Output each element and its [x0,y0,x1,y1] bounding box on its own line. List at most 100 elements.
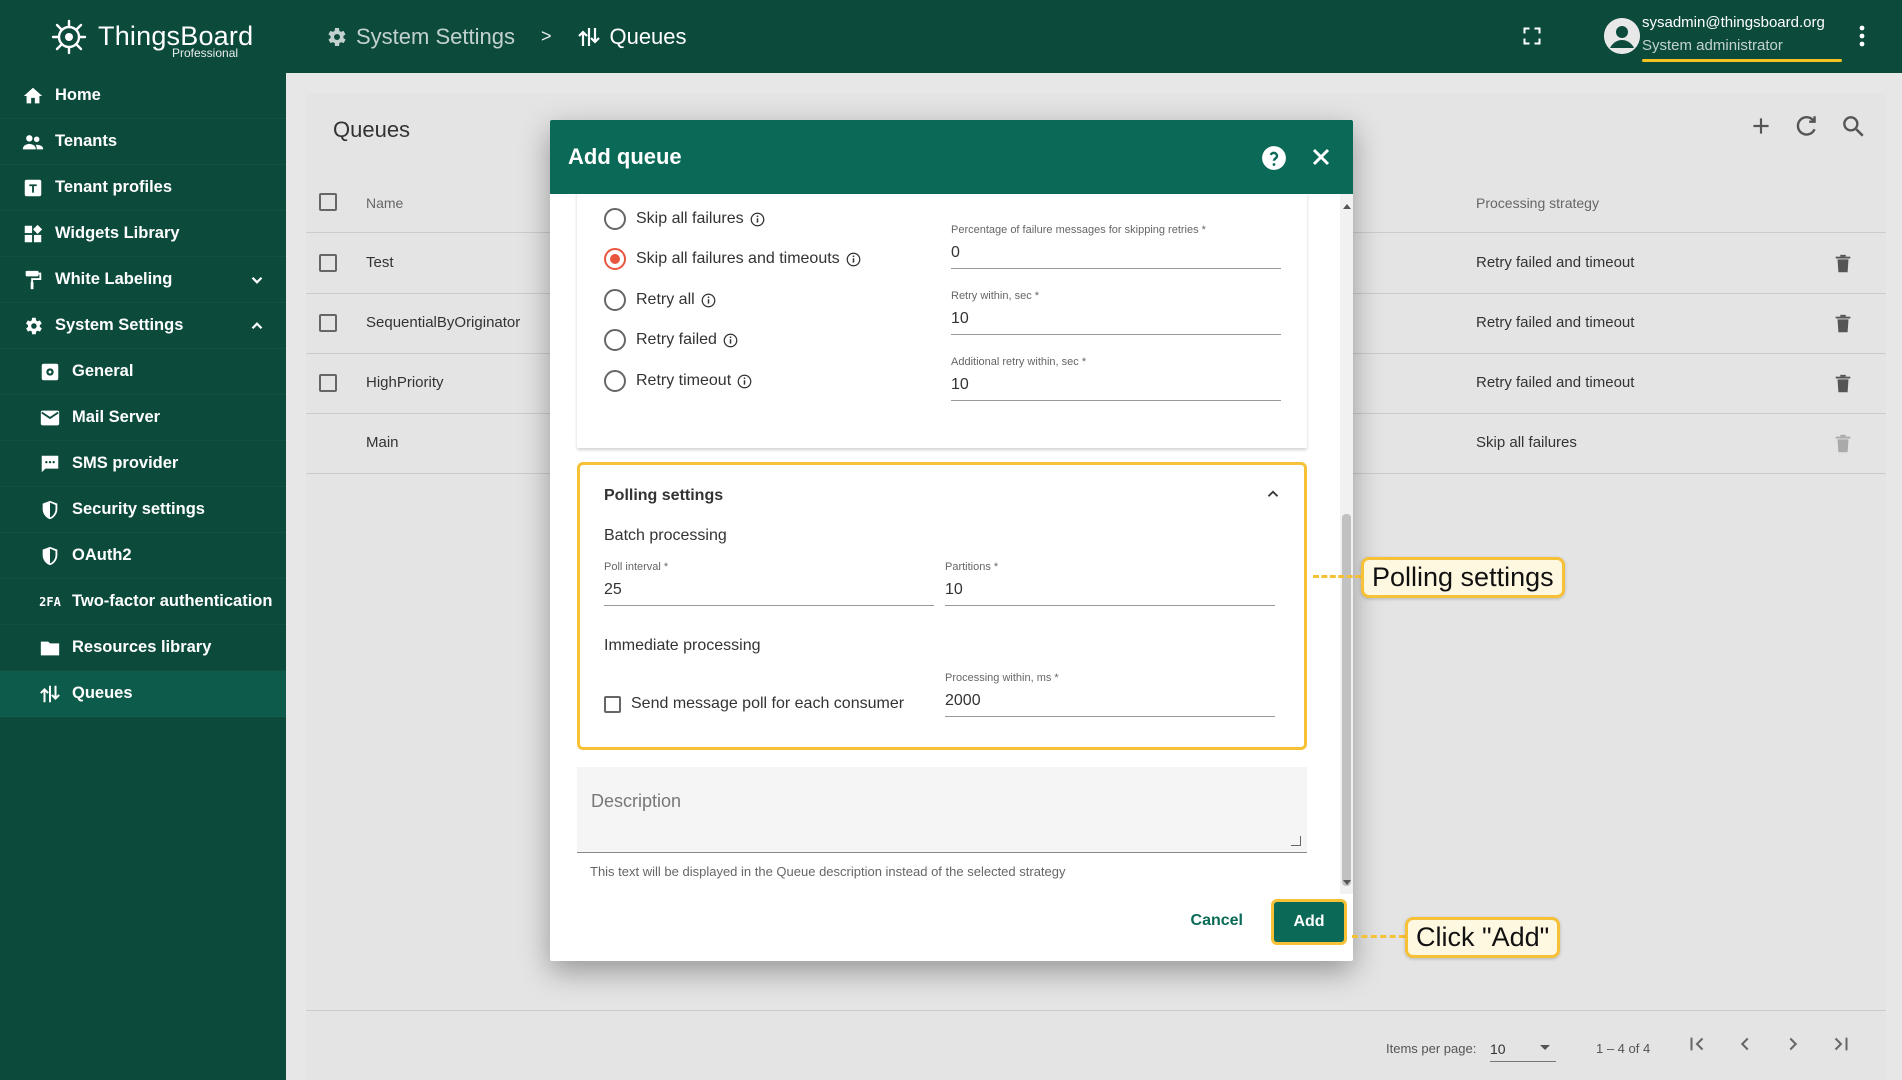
first-page-icon[interactable] [1686,1033,1708,1058]
scroll-thumb[interactable] [1342,514,1351,886]
chevron-up-icon[interactable] [1264,485,1282,508]
chevron-down-icon[interactable] [248,271,266,294]
field-value[interactable]: 25 [604,581,934,606]
add-button[interactable]: Add [1271,899,1347,945]
delete-icon[interactable] [1832,252,1854,281]
cancel-button[interactable]: Cancel [1191,912,1243,930]
brand-logo[interactable]: ThingsBoard Professional [0,0,286,73]
next-page-icon[interactable] [1782,1033,1804,1058]
row-checkbox[interactable] [319,254,337,272]
sidebar-item-home[interactable]: Home [0,73,286,119]
sidebar-item-security-settings[interactable]: Security settings [0,487,286,533]
add-icon[interactable] [1748,113,1774,144]
batch-processing-title: Batch processing [604,527,727,544]
sidebar-item-oauth2[interactable]: OAuth2 [0,533,286,579]
paint-roller-icon [22,269,44,291]
sidebar-nav: Home Tenants Tenant profiles Widgets Lib… [0,73,286,717]
sidebar-item-mail-server[interactable]: Mail Server [0,395,286,441]
field-value[interactable]: 10 [945,581,1275,606]
close-icon[interactable] [1309,145,1333,174]
radio-retry-all[interactable]: Retry all [604,289,716,311]
radio-skip-all-failures-and-timeouts[interactable]: Skip all failures and timeouts [604,248,861,270]
sidebar-item-sms-provider[interactable]: SMS provider [0,441,286,487]
dialog-body: Skip all failures Skip all failures and … [550,194,1340,894]
additional-retry-field[interactable]: Additional retry within, sec * 10 [951,356,1281,401]
field-label: Additional retry within, sec * [951,356,1087,368]
poll-interval-field[interactable]: Poll interval * 25 [604,561,934,606]
chevron-up-icon[interactable] [248,317,266,340]
radio-button[interactable] [604,329,626,351]
field-value[interactable]: 10 [951,310,1281,335]
breadcrumb-queues: Queues [577,24,687,50]
column-header-name[interactable]: Name [366,195,403,211]
field-value[interactable]: 2000 [945,692,1275,717]
checkbox-label: Send message poll for each consumer [631,695,905,712]
row-checkbox[interactable] [319,374,337,392]
previous-page-icon[interactable] [1734,1033,1756,1058]
card-actions [1748,113,1866,144]
sidebar-item-system-settings[interactable]: System Settings [0,303,286,349]
sidebar-item-general[interactable]: General [0,349,286,395]
info-icon[interactable] [737,374,752,389]
delete-icon[interactable] [1832,372,1854,401]
field-value[interactable]: 10 [951,376,1281,401]
field-label: Poll interval * [604,561,669,573]
breadcrumb-system-settings[interactable]: System Settings [324,24,515,50]
sidebar-item-label: Home [55,86,101,104]
row-checkbox[interactable] [319,314,337,332]
row-name: Test [366,254,394,271]
dialog-scrollbar[interactable] [1340,194,1353,894]
radio-retry-failed[interactable]: Retry failed [604,329,738,351]
sidebar-item-queues[interactable]: Queues [0,671,286,717]
refresh-icon[interactable] [1794,113,1820,144]
polling-settings-section: Polling settings Batch processing Poll i… [577,462,1307,750]
items-per-page-value: 10 [1490,1041,1506,1057]
immediate-processing-title: Immediate processing [604,637,761,654]
user-info[interactable]: sysadmin@thingsboard.org System administ… [1642,14,1842,62]
field-value[interactable]: 0 [951,244,1281,269]
queues-icon [577,25,601,49]
failure-percentage-field[interactable]: Percentage of failure messages for skipp… [951,224,1281,269]
info-icon[interactable] [750,212,765,227]
callout-connector [1352,935,1405,938]
breadcrumb-label: System Settings [356,23,515,49]
radio-skip-all-failures[interactable]: Skip all failures [604,208,765,230]
radio-label: Retry all [636,291,695,308]
sidebar-item-tenants[interactable]: Tenants [0,119,286,165]
info-icon[interactable] [846,252,861,267]
select-all-checkbox[interactable] [319,193,337,211]
fullscreen-icon[interactable] [1522,26,1542,51]
checkbox-box[interactable] [604,695,621,713]
sidebar-item-widgets-library[interactable]: Widgets Library [0,211,286,257]
sidebar-item-tenant-profiles[interactable]: Tenant profiles [0,165,286,211]
resize-handle-icon[interactable] [1291,836,1301,846]
avatar[interactable] [1604,18,1640,54]
settings-box-icon [39,361,61,383]
radio-button[interactable] [604,289,626,311]
scroll-down-icon[interactable] [1343,880,1351,885]
radio-retry-timeout[interactable]: Retry timeout [604,370,752,392]
field-label: Percentage of failure messages for skipp… [951,224,1206,236]
items-per-page-select[interactable]: 10 [1490,1034,1556,1062]
more-vert-icon[interactable] [1858,24,1866,53]
radio-button[interactable] [604,370,626,392]
column-header-strategy[interactable]: Processing strategy [1476,195,1599,211]
processing-within-field[interactable]: Processing within, ms * 2000 [945,672,1275,717]
row-name: HighPriority [366,374,444,391]
info-icon[interactable] [701,293,716,308]
info-icon[interactable] [723,333,738,348]
description-textarea[interactable]: Description [577,767,1307,853]
send-poll-per-consumer-checkbox[interactable]: Send message poll for each consumer [604,695,904,713]
delete-icon[interactable] [1832,312,1854,341]
retry-within-field[interactable]: Retry within, sec * 10 [951,290,1281,335]
sidebar-item-two-factor-authentication[interactable]: 2FA Two-factor authentication [0,579,286,625]
scroll-up-icon[interactable] [1343,204,1351,209]
sidebar-item-resources-library[interactable]: Resources library [0,625,286,671]
sidebar-item-white-labeling[interactable]: White Labeling [0,257,286,303]
search-icon[interactable] [1840,113,1866,144]
radio-button-selected[interactable] [604,248,626,270]
partitions-field[interactable]: Partitions * 10 [945,561,1275,606]
radio-button[interactable] [604,208,626,230]
help-icon[interactable] [1261,145,1287,176]
last-page-icon[interactable] [1830,1033,1852,1058]
